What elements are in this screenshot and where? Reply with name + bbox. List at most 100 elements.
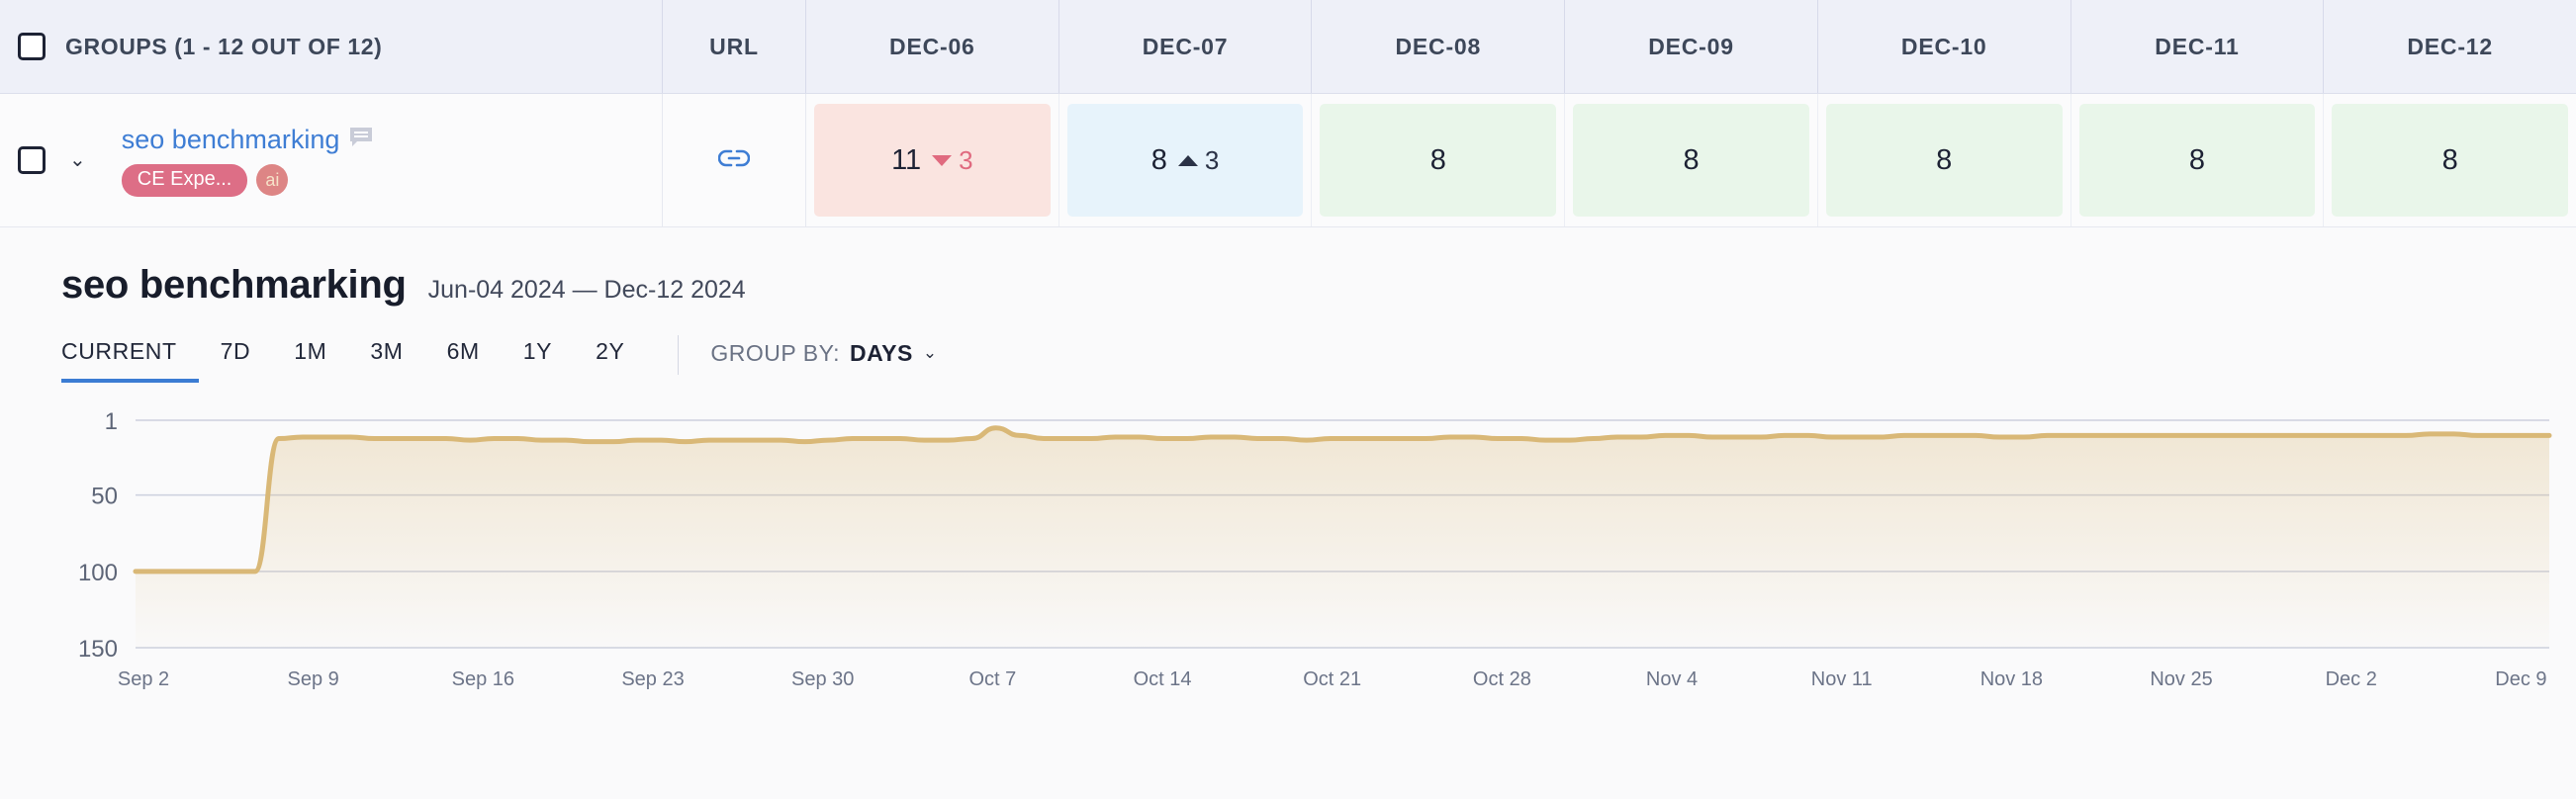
- rank-value-box[interactable]: 8: [1825, 104, 2063, 217]
- svg-text:Nov 18: Nov 18: [1980, 668, 2043, 690]
- header-cell-date-0[interactable]: DEC-06: [806, 0, 1059, 93]
- date-range-label: Jun-04 2024 — Dec-12 2024: [427, 276, 746, 304]
- rank-value-box[interactable]: 8: [2078, 104, 2316, 217]
- rank-value-box[interactable]: 8: [2332, 104, 2569, 217]
- svg-text:Nov 11: Nov 11: [1811, 668, 1873, 690]
- row-cell-date-6[interactable]: 8: [2324, 94, 2576, 226]
- date-column-label: DEC-11: [2155, 33, 2240, 59]
- row-cell-date-3[interactable]: 8: [1565, 94, 1818, 226]
- rank-value: 8: [2441, 143, 2458, 176]
- tab-2y[interactable]: 2Y: [574, 338, 646, 383]
- svg-text:50: 50: [91, 484, 118, 510]
- group-by-value: DAYS: [850, 339, 913, 366]
- rank-history-chart: 1 50 100 150 Sep 2 Sep 9 Sep 16 Sep 23 Sep 30 Oct…: [61, 410, 2576, 707]
- svg-text:100: 100: [78, 560, 118, 586]
- svg-text:Sep 2: Sep 2: [118, 668, 169, 690]
- chart-canvas: 150100150Sep 2 Sep 9 Sep 16 Sep 23 Sep 30 Oct…: [78, 410, 2552, 690]
- triangle-up-icon: [1177, 154, 1198, 166]
- chevron-down-icon[interactable]: ⌄: [69, 150, 86, 170]
- keyword-link[interactable]: seo benchmarking: [122, 125, 340, 155]
- svg-text:Nov 4: Nov 4: [1646, 668, 1698, 690]
- page-title: seo benchmarking: [61, 263, 407, 307]
- tab-7d[interactable]: 7D: [199, 338, 273, 383]
- svg-text:Sep 16: Sep 16: [452, 668, 514, 690]
- svg-text:Nov 25: Nov 25: [2150, 668, 2212, 690]
- groups-column-label: GROUPS (1 - 12 OUT OF 12): [65, 33, 383, 59]
- url-column-label: URL: [709, 33, 759, 59]
- header-cell-date-5[interactable]: DEC-11: [2071, 0, 2325, 93]
- keyword-rank-table: GROUPS (1 - 12 OUT OF 12) URL DEC-06 DEC…: [0, 0, 2576, 227]
- svg-text:Oct 28: Oct 28: [1473, 668, 1531, 690]
- date-column-label: DEC-08: [1395, 33, 1482, 59]
- header-cell-groups: GROUPS (1 - 12 OUT OF 12): [0, 0, 663, 93]
- row-cell-date-2[interactable]: 8: [1312, 94, 1566, 226]
- header-cell-date-1[interactable]: DEC-07: [1059, 0, 1313, 93]
- date-column-label: DEC-09: [1648, 33, 1734, 59]
- link-icon[interactable]: [717, 148, 751, 173]
- tag-badge[interactable]: CE Expe...: [121, 163, 248, 197]
- date-column-label: DEC-07: [1142, 33, 1229, 59]
- group-by-label: GROUP BY:: [710, 339, 841, 366]
- row-cell-date-4[interactable]: 8: [1818, 94, 2071, 226]
- rank-delta-value: 3: [959, 144, 973, 175]
- row-cell-date-1[interactable]: 8 3: [1059, 94, 1313, 226]
- keyword-title-line: seo benchmarking: [122, 125, 374, 155]
- date-column-label: DEC-12: [2407, 33, 2493, 59]
- tab-3m[interactable]: 3M: [348, 338, 424, 383]
- tab-current[interactable]: CURRENT: [61, 338, 199, 383]
- rank-delta: 3: [1177, 144, 1220, 176]
- period-tabs: CURRENT 7D 1M 3M 6M 1Y 2Y: [61, 338, 646, 383]
- rank-value: 8: [2188, 143, 2206, 176]
- keyword-tags-line: CE Expe... ai: [121, 163, 374, 197]
- header-cell-date-6[interactable]: DEC-12: [2324, 0, 2576, 93]
- rank-delta: 3: [932, 144, 973, 176]
- keyword-block: seo benchmarking CE Expe... ai: [121, 125, 374, 197]
- svg-text:Oct 7: Oct 7: [968, 668, 1016, 690]
- period-tabs-row: CURRENT 7D 1M 3M 6M 1Y 2Y GROUP BY: DAYS…: [61, 335, 2576, 385]
- svg-text:Sep 23: Sep 23: [621, 668, 684, 690]
- svg-text:Sep 30: Sep 30: [791, 668, 854, 690]
- group-by-selector[interactable]: GROUP BY: DAYS ⌄: [710, 340, 937, 367]
- rank-value-box[interactable]: 8 3: [1066, 104, 1304, 217]
- header-cell-date-2[interactable]: DEC-08: [1312, 0, 1566, 93]
- svg-text:150: 150: [78, 636, 118, 663]
- svg-text:Oct 14: Oct 14: [1134, 668, 1192, 690]
- header-cell-date-4[interactable]: DEC-10: [1818, 0, 2071, 93]
- header-cell-date-3[interactable]: DEC-09: [1565, 0, 1818, 93]
- svg-text:Sep 9: Sep 9: [288, 668, 339, 690]
- rank-value: 8: [1150, 143, 1167, 176]
- date-column-label: DEC-10: [1900, 33, 1987, 59]
- rank-value: 8: [1429, 143, 1446, 176]
- svg-text:Dec 9: Dec 9: [2495, 668, 2546, 690]
- row-cell-url: [663, 94, 806, 226]
- row-cell-groups: ⌄ seo benchmarking CE Expe... ai: [0, 94, 663, 226]
- date-column-label: DEC-06: [889, 33, 975, 59]
- row-cell-date-0[interactable]: 11 3: [806, 94, 1059, 226]
- keyword-detail-panel: seo benchmarking Jun-04 2024 — Dec-12 20…: [0, 227, 2576, 707]
- chevron-down-icon[interactable]: ⌄: [923, 343, 937, 363]
- divider: [678, 335, 680, 375]
- svg-text:1: 1: [105, 410, 118, 435]
- tab-1y[interactable]: 1Y: [502, 338, 574, 383]
- rank-value-box[interactable]: 8: [1320, 104, 1557, 217]
- rank-value-box[interactable]: 11 3: [814, 104, 1051, 217]
- comment-icon[interactable]: [349, 127, 373, 153]
- detail-header: seo benchmarking Jun-04 2024 — Dec-12 20…: [61, 263, 2576, 308]
- row-select-checkbox[interactable]: [18, 146, 46, 174]
- rank-value: 8: [1683, 143, 1700, 176]
- header-cell-url: URL: [663, 0, 806, 93]
- tab-1m[interactable]: 1M: [272, 338, 348, 383]
- table-header-row: GROUPS (1 - 12 OUT OF 12) URL DEC-06 DEC…: [0, 0, 2576, 94]
- svg-text:Oct 21: Oct 21: [1303, 668, 1361, 690]
- ai-badge[interactable]: ai: [256, 164, 289, 196]
- rank-value-box[interactable]: 8: [1573, 104, 1809, 217]
- tab-6m[interactable]: 6M: [425, 338, 502, 383]
- table-row: ⌄ seo benchmarking CE Expe... ai 11 3 8 …: [0, 94, 2576, 227]
- select-all-checkbox[interactable]: [18, 33, 46, 60]
- row-cell-date-5[interactable]: 8: [2071, 94, 2325, 226]
- rank-value: 11: [891, 143, 922, 176]
- rank-delta-value: 3: [1204, 144, 1220, 175]
- rank-value: 8: [1936, 143, 1953, 176]
- svg-text:Dec 2: Dec 2: [2326, 668, 2377, 690]
- triangle-down-icon: [932, 154, 953, 166]
